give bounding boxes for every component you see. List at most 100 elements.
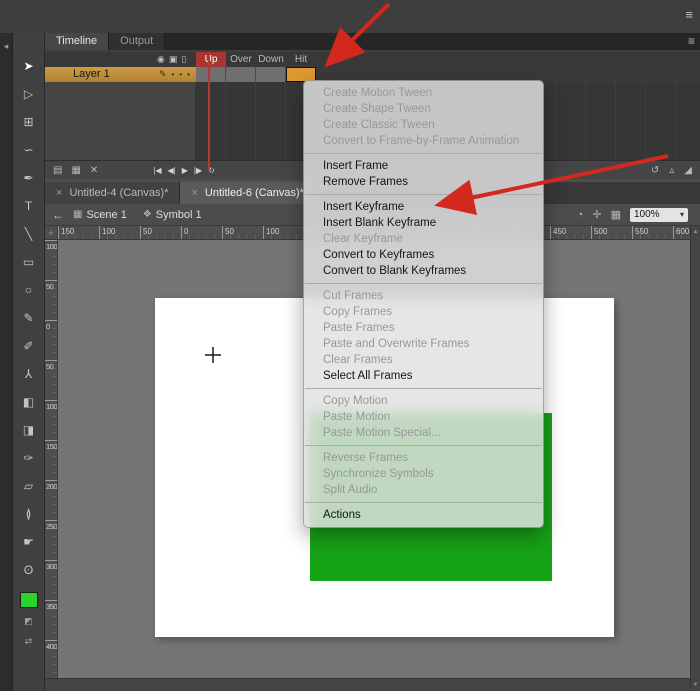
menu-item-label: Paste and Overwrite Frames bbox=[323, 338, 469, 350]
eyedropper-tool[interactable]: ✑ bbox=[18, 447, 40, 468]
horizontal-scrollbar[interactable] bbox=[45, 678, 690, 691]
layer-outline-swatch[interactable]: ▪ bbox=[187, 70, 190, 79]
menu-item-insert-keyframe[interactable]: Insert Keyframe bbox=[304, 199, 543, 215]
doc-tab-untitled-4[interactable]: × Untitled-4 (Canvas)* bbox=[45, 182, 180, 204]
layer-name[interactable]: Layer 1 bbox=[73, 67, 159, 82]
menu-item-label: Copy Frames bbox=[323, 306, 392, 318]
oval-tool[interactable]: ○ bbox=[18, 279, 40, 300]
show-hide-all-layers-icon[interactable]: ◉ bbox=[157, 54, 165, 65]
pen-tool[interactable]: ✒ bbox=[18, 167, 40, 188]
menu-item-label: Convert to Blank Keyframes bbox=[323, 265, 466, 277]
playhead[interactable] bbox=[208, 52, 210, 170]
step-back-button[interactable]: ◀| bbox=[168, 166, 176, 175]
layer-lock-dot[interactable]: • bbox=[179, 70, 182, 79]
ruler-label: 500 bbox=[591, 226, 632, 239]
symbol-icon: ❖ bbox=[143, 209, 152, 220]
doc-tab-untitled-6[interactable]: × Untitled-6 (Canvas)* bbox=[180, 182, 315, 204]
frame-over-cell[interactable] bbox=[226, 67, 256, 82]
ruler-label: 350 bbox=[45, 600, 57, 640]
breadcrumb-scene[interactable]: Scene 1 bbox=[86, 209, 126, 221]
frame-label-down[interactable]: Down bbox=[256, 52, 286, 67]
tab-timeline[interactable]: Timeline bbox=[45, 33, 109, 50]
selection-tool[interactable]: ➤ bbox=[18, 55, 40, 76]
menu-item-remove-frames[interactable]: Remove Frames bbox=[304, 174, 543, 190]
tool-options-icon[interactable]: ⇄ bbox=[20, 634, 38, 648]
play-button[interactable]: ▶ bbox=[182, 166, 188, 175]
outline-all-layers-icon[interactable]: ▯ bbox=[181, 54, 186, 65]
new-folder-icon[interactable]: ▦ bbox=[71, 165, 80, 176]
back-arrow-icon[interactable]: ← bbox=[52, 208, 64, 222]
layer-visibility-dot[interactable]: • bbox=[172, 70, 175, 79]
rectangle-tool[interactable]: ▭ bbox=[18, 251, 40, 272]
menu-item-insert-frame[interactable]: Insert Frame bbox=[304, 158, 543, 174]
width-tool[interactable]: ≬ bbox=[18, 503, 40, 524]
line-tool[interactable]: ╲ bbox=[18, 223, 40, 244]
swap-colors-icon[interactable]: ◩ bbox=[20, 614, 38, 628]
vertical-scrollbar[interactable]: ▲ ▼ bbox=[690, 226, 700, 691]
free-transform-tool[interactable]: ⊞ bbox=[18, 111, 40, 132]
menu-item-select-all-frames[interactable]: Select All Frames bbox=[304, 368, 543, 384]
pencil-tool[interactable]: ✎ bbox=[18, 307, 40, 328]
menu-item-insert-blank-keyframe[interactable]: Insert Blank Keyframe bbox=[304, 215, 543, 231]
ruler-label: 50 bbox=[140, 226, 181, 239]
go-to-first-frame-button[interactable]: |◀ bbox=[153, 166, 161, 175]
menu-item-convert-to-blank-keyframes[interactable]: Convert to Blank Keyframes bbox=[304, 263, 543, 279]
app-menu-icon[interactable]: ≡ bbox=[685, 7, 693, 22]
scroll-down-icon[interactable]: ▼ bbox=[693, 682, 699, 688]
menu-item-label: Select All Frames bbox=[323, 370, 412, 382]
hand-tool[interactable]: ☛ bbox=[18, 531, 40, 552]
scroll-up-icon[interactable]: ▲ bbox=[693, 229, 699, 235]
layers-pane-empty bbox=[45, 82, 196, 160]
lock-all-layers-icon[interactable]: ▣ bbox=[169, 54, 178, 65]
frame-label-strip: Up Over Down Hit bbox=[196, 52, 316, 67]
menu-item-create-shape-tween: Create Shape Tween bbox=[304, 101, 543, 117]
scene-icon: ▦ bbox=[73, 209, 82, 220]
frame-size-slider-icon[interactable]: ▵ bbox=[669, 165, 674, 176]
menu-item-label: Paste Motion Special... bbox=[323, 427, 441, 439]
zoom-tool[interactable]: ʘ bbox=[18, 559, 40, 580]
ink-bottle-tool[interactable]: ◨ bbox=[18, 419, 40, 440]
menu-item-paste-motion: Paste Motion bbox=[304, 409, 543, 425]
chevron-down-icon: ▾ bbox=[680, 210, 684, 219]
timeline-panel-menu-icon[interactable]: ≡ bbox=[688, 33, 695, 50]
bone-tool[interactable]: ⅄ bbox=[18, 363, 40, 384]
frame-label-up[interactable]: Up bbox=[196, 52, 226, 67]
text-tool[interactable]: T bbox=[18, 195, 40, 216]
subselection-tool[interactable]: ▷ bbox=[18, 83, 40, 104]
edit-symbols-icon[interactable]: ◔ bbox=[577, 209, 584, 221]
resize-corner-icon[interactable]: ◢ bbox=[684, 165, 692, 176]
breadcrumb-symbol[interactable]: Symbol 1 bbox=[156, 209, 202, 221]
menu-item-actions[interactable]: Actions bbox=[304, 507, 543, 523]
frame-label-hit[interactable]: Hit bbox=[286, 52, 316, 67]
ruler-label: 100 bbox=[263, 226, 304, 239]
menu-item-label: Convert to Keyframes bbox=[323, 249, 434, 261]
step-forward-button[interactable]: |▶ bbox=[194, 166, 202, 175]
frame-up-cell[interactable] bbox=[196, 67, 226, 82]
collapse-dock-icon[interactable]: ◂ bbox=[4, 41, 9, 51]
tab-output[interactable]: Output bbox=[109, 33, 165, 50]
frame-label-over[interactable]: Over bbox=[226, 52, 256, 67]
ruler-label: 200 bbox=[45, 480, 57, 520]
new-layer-icon[interactable]: ▤ bbox=[53, 165, 62, 176]
menu-item-copy-frames: Copy Frames bbox=[304, 304, 543, 320]
close-icon[interactable]: × bbox=[191, 187, 197, 199]
fill-color-swatch[interactable] bbox=[20, 592, 38, 608]
layer-buttons: ▤ ▦ ✕ bbox=[53, 165, 98, 176]
paint-bucket-tool[interactable]: ◧ bbox=[18, 391, 40, 412]
lasso-tool[interactable]: ∽ bbox=[18, 139, 40, 160]
ruler-corner: + bbox=[45, 226, 58, 240]
playback-controls: |◀◀|▶|▶↻ bbox=[153, 166, 215, 175]
delete-layer-icon[interactable]: ✕ bbox=[90, 165, 98, 176]
menu-item-convert-to-keyframes[interactable]: Convert to Keyframes bbox=[304, 247, 543, 263]
close-icon[interactable]: × bbox=[56, 187, 62, 199]
layer-entry[interactable]: Layer 1 ✎ • • ▪ bbox=[45, 67, 196, 82]
clip-content-icon[interactable]: ▦ bbox=[611, 208, 621, 221]
eraser-tool[interactable]: ▱ bbox=[18, 475, 40, 496]
center-frame-icon[interactable]: ✛ bbox=[592, 208, 601, 221]
reset-timeline-icon[interactable]: ↺ bbox=[651, 165, 659, 176]
zoom-dropdown[interactable]: 100% ▾ bbox=[630, 208, 688, 222]
brush-tool[interactable]: ✐ bbox=[18, 335, 40, 356]
menu-item-label: Actions bbox=[323, 509, 361, 521]
menu-item-label: Remove Frames bbox=[323, 176, 408, 188]
frame-down-cell[interactable] bbox=[256, 67, 286, 82]
